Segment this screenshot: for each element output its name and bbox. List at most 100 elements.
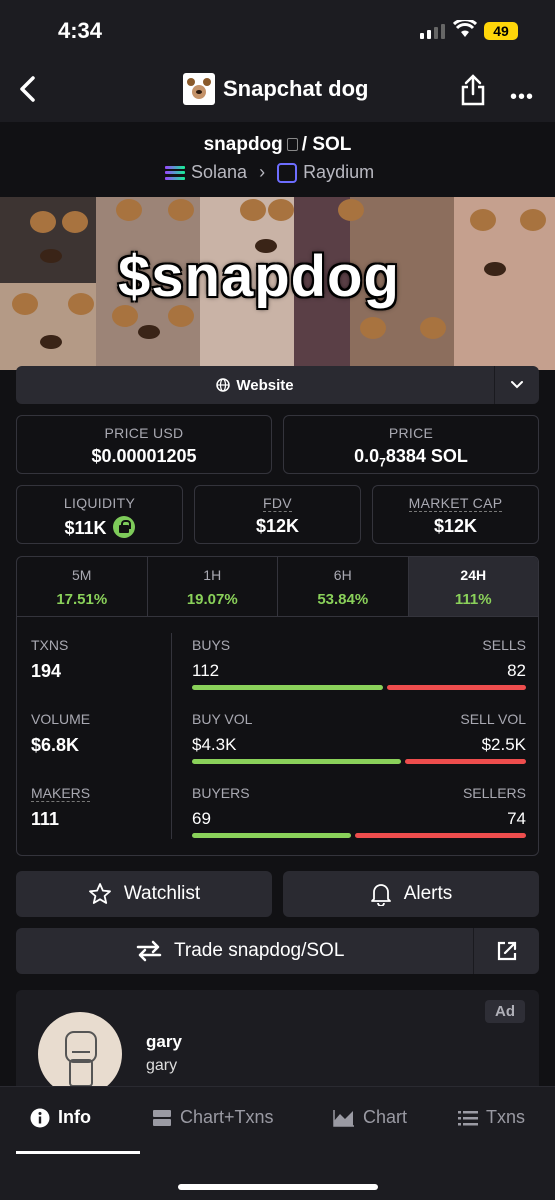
tab-6h[interactable]: 6H 53.84% [278,557,409,616]
links-dropdown-button[interactable] [495,366,539,404]
open-external-button[interactable] [473,928,539,974]
cellular-signal-icon [420,24,445,39]
home-indicator [178,1184,378,1190]
website-label: Website [236,376,294,394]
area-chart-icon [333,1109,354,1127]
website-button[interactable]: Website [16,366,495,404]
buyers-label: BUYERS [192,785,250,801]
battery-icon: 49 [484,22,518,40]
base-symbol: snapdog [203,134,283,155]
solana-icon [165,165,185,180]
tab-1h[interactable]: 1H 19.07% [148,557,278,616]
bottom-tab-bar: Info Chart+Txns Chart Txns [0,1086,555,1200]
sellers-bar [355,833,526,838]
globe-icon [216,378,231,392]
tab-1h-change: 19.07% [186,591,238,608]
tab-24h-change: 111% [454,591,492,608]
tab-6h-change: 53.84% [317,591,369,608]
tab-1h-label: 1H [203,567,222,583]
active-tab-indicator [16,1151,140,1154]
tab-info-label: Info [58,1107,91,1127]
makers-value: 111 [31,809,60,829]
back-arrow-icon[interactable] [14,74,44,104]
tab-txns[interactable]: Txns [458,1107,525,1128]
sell-volume-bar [405,759,526,764]
liquidity-label: LIQUIDITY [63,495,136,511]
buyers-value: 69 [192,809,211,828]
tab-chart[interactable]: Chart [333,1107,407,1128]
fdv-label[interactable]: FDV [263,495,292,512]
volume-label: VOLUME [31,711,91,727]
status-bar: 4:34 49 [0,0,555,60]
makers-label[interactable]: MAKERS [31,785,91,802]
txns-value: 194 [31,661,62,681]
stats-divider [171,633,172,839]
tab-6h-label: 6H [333,567,352,583]
trade-button[interactable]: Trade snapdog/SOL [16,928,539,974]
market-cap-label[interactable]: MARKET CAP [408,495,503,512]
liquidity-box: LIQUIDITY $11K [16,485,183,544]
tab-chart-txns[interactable]: Chart+Txns [152,1107,274,1128]
fdv-box: FDV $12K [194,485,361,544]
ad-card[interactable]: gary gary Ad [16,990,539,1096]
top-header: Snapchat dog ••• [0,60,555,122]
market-cap-box: MARKET CAP $12K [372,485,539,544]
tab-5m-change: 17.51% [56,591,108,608]
website-bar: Website [16,366,539,404]
sellers-label: SELLERS [462,785,526,801]
alerts-label: Alerts [403,883,453,904]
sells-bar [386,685,526,690]
sellers-value: 74 [507,809,526,828]
chevron-down-icon [511,381,523,389]
trade-label: Trade snapdog/SOL [174,940,345,961]
tab-5m-label: 5M [72,567,92,583]
token-logo [183,73,215,105]
tab-chart-label: Chart [363,1107,408,1127]
sell-volume-label: SELL VOL [460,711,526,727]
sells-label: SELLS [482,637,526,653]
chevron-right-icon: › [259,162,266,182]
liquidity-value: $11K [64,518,107,538]
watchlist-button[interactable]: Watchlist [16,871,272,917]
stats-panel: 5M 17.51% 1H 19.07% 6H 53.84% 24H 111% T… [16,556,539,856]
dex-name[interactable]: Raydium [303,162,374,183]
lock-icon[interactable] [112,516,135,538]
banner-headline: $snapdog [118,244,400,309]
tab-txns-label: Txns [486,1107,526,1127]
ad-name: gary [146,1032,182,1051]
tab-info[interactable]: Info [30,1107,91,1128]
token-title: Snapchat dog [183,73,368,105]
page-title: Snapchat dog [223,76,369,101]
chain-name[interactable]: Solana [191,162,247,183]
sell-volume-value: $2.5K [481,735,526,754]
chain-breadcrumb: Solana › Raydium [165,162,374,183]
tab-24h[interactable]: 24H 111% [408,557,538,616]
price-usd-value: $0.00001205 [91,446,197,466]
share-icon[interactable] [460,74,486,106]
fdv-value: $12K [255,516,300,536]
external-link-icon [497,941,516,961]
price-native-label: PRICE [388,425,434,441]
pair-label: snapdog / SOL [0,134,555,156]
buyers-bar [192,833,352,838]
list-icon [458,1110,478,1125]
timeframe-tabs: 5M 17.51% 1H 19.07% 6H 53.84% 24H 111% [17,557,538,617]
tab-24h-label: 24H [460,567,487,583]
buys-value: 112 [192,661,220,680]
txns-label: TXNS [31,637,69,653]
ad-subtitle: gary [146,1057,178,1074]
buys-label: BUYS [192,637,231,653]
tab-chart-txns-label: Chart+Txns [180,1107,274,1127]
avatar [38,1012,122,1096]
price-usd-box: PRICE USD $0.00001205 [16,415,272,474]
price-native-value: 0.078384 SOL [354,446,468,470]
chart-txns-icon [153,1109,171,1126]
alerts-button[interactable]: Alerts [283,871,539,917]
token-banner-image: $snapdog [0,197,555,370]
swap-arrows-icon [136,940,162,962]
more-options-icon[interactable]: ••• [510,86,534,109]
tab-5m[interactable]: 5M 17.51% [17,557,148,616]
raydium-icon [277,162,298,183]
status-time: 4:34 [58,18,103,43]
copy-icon[interactable] [286,138,298,151]
